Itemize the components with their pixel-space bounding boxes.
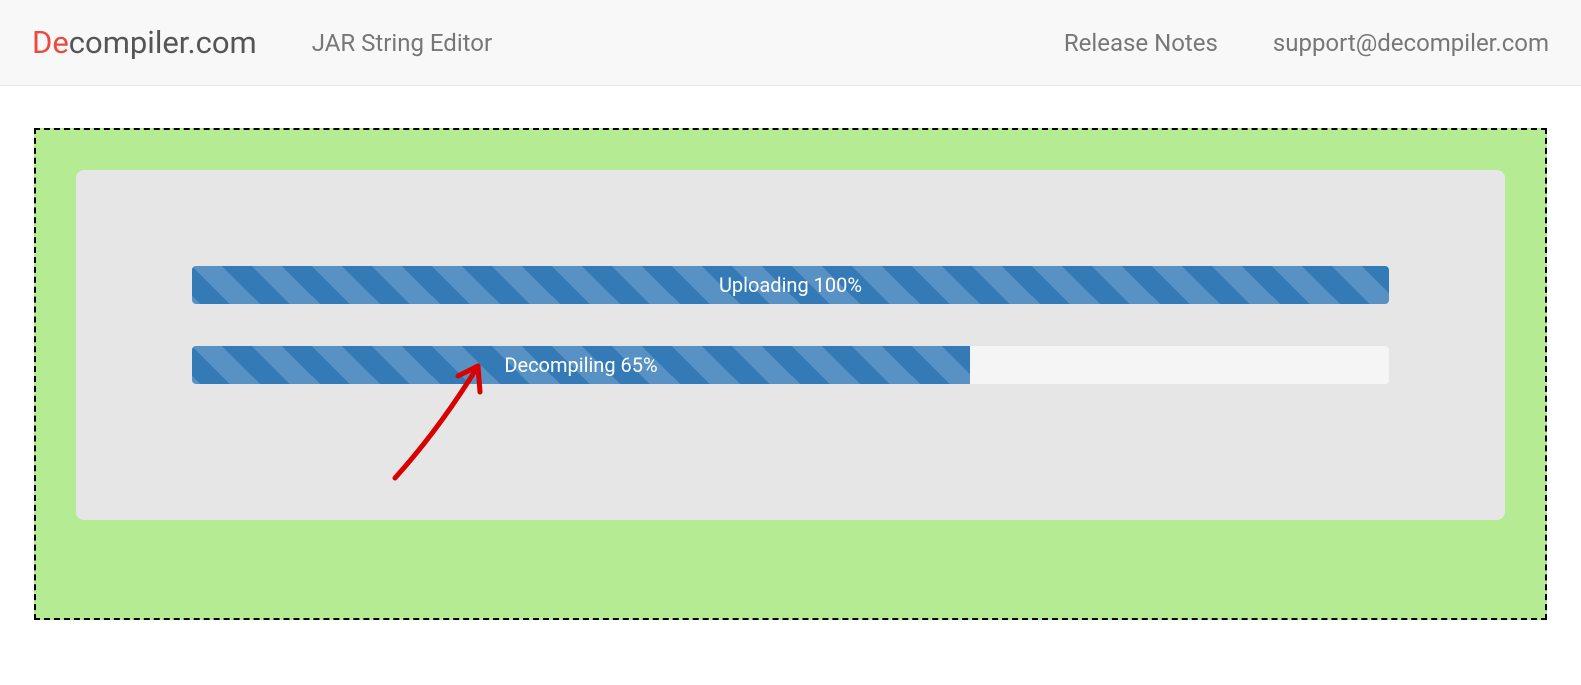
nav-link-release-notes[interactable]: Release Notes	[1064, 29, 1218, 57]
brand-accent-text: De	[32, 24, 69, 61]
navbar: Decompiler.com JAR String Editor Release…	[0, 0, 1581, 86]
upload-progress-track: Uploading 100%	[192, 266, 1389, 304]
upload-panel: Uploading 100% Decompiling 65%	[76, 170, 1505, 520]
upload-progress-label: Uploading 100%	[719, 273, 862, 297]
upload-progress-fill: Uploading 100%	[192, 266, 1389, 304]
nav-left: JAR String Editor	[312, 29, 1064, 57]
decompile-progress-row: Decompiling 65%	[192, 346, 1389, 384]
decompile-progress-track: Decompiling 65%	[192, 346, 1389, 384]
upload-progress-row: Uploading 100%	[192, 266, 1389, 304]
content-area: Uploading 100% Decompiling 65%	[0, 86, 1581, 620]
nav-link-jar-string-editor[interactable]: JAR String Editor	[312, 29, 492, 57]
decompile-progress-fill: Decompiling 65%	[192, 346, 970, 384]
brand-rest-text: compiler.com	[69, 24, 257, 61]
file-dropzone[interactable]: Uploading 100% Decompiling 65%	[34, 128, 1547, 620]
nav-link-support-email[interactable]: support@decompiler.com	[1273, 29, 1549, 57]
brand-logo[interactable]: Decompiler.com	[32, 24, 257, 61]
nav-right: Release Notes support@decompiler.com	[1064, 29, 1549, 57]
decompile-progress-label: Decompiling 65%	[504, 353, 657, 377]
